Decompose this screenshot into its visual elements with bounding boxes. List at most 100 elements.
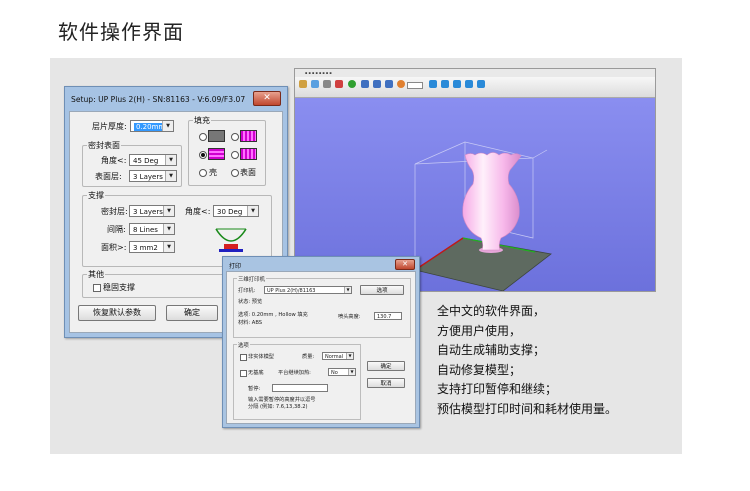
menu-item[interactable]: ▪ ▪ ▪ ▪ ▪ ▪ ▪ ▪ xyxy=(305,71,332,75)
feature-item: 自动修复模型； xyxy=(437,362,522,377)
chevron-down-icon: ▼ xyxy=(163,242,174,252)
support-spacing-select[interactable]: 8 Lines ▼ xyxy=(129,223,175,235)
feature-list: 全中文的软件界面， 方便用户使用， 自动生成辅助支撑； 自动修复模型； 支持打印… xyxy=(437,302,617,419)
axis-icon[interactable] xyxy=(465,80,473,88)
other-group-label: 其他 xyxy=(87,269,105,280)
print-options-group-label: 选项 xyxy=(237,341,250,349)
feature-item: 自动生成辅助支撑； xyxy=(437,343,546,357)
printer-label: 打印机: xyxy=(238,288,256,294)
open-icon[interactable] xyxy=(299,80,307,88)
fill-group-label: 填充 xyxy=(193,115,211,126)
fill-surface-label: 表面 xyxy=(240,168,256,177)
print-titlebar[interactable]: 打印 ✕ xyxy=(223,257,419,271)
support-area-label: 面积>: xyxy=(101,243,127,252)
print-cancel-button[interactable]: 取消 xyxy=(367,378,405,388)
restore-defaults-button[interactable]: 恢复默认参数 xyxy=(78,305,156,321)
no-raft-checkbox[interactable] xyxy=(240,370,247,377)
print-title: 打印 xyxy=(229,263,242,270)
pause-hint-line2: 分隔 (例如: 7.6,13,38.2) xyxy=(248,404,308,410)
fill-pattern-icon xyxy=(208,148,225,160)
pause-label: 暂停: xyxy=(248,386,261,392)
chevron-down-icon: ▼ xyxy=(247,206,258,216)
chevron-down-icon: ▼ xyxy=(165,171,176,181)
print-ok-button[interactable]: 确定 xyxy=(367,361,405,371)
setup-titlebar[interactable]: Setup: UP Plus 2(H) - SN:81163 - V:6.09/… xyxy=(65,87,287,111)
pause-heights-input[interactable] xyxy=(272,384,328,392)
chevron-down-icon: ▼ xyxy=(165,155,176,165)
printer-group-label: 三维打印机 xyxy=(237,275,266,283)
support-area-select[interactable]: 3 mm2 ▼ xyxy=(129,241,175,253)
printer-status: 状态: 预览 xyxy=(238,299,263,305)
page-heading: 软件操作界面 xyxy=(58,20,184,44)
support-seal-label: 密封层: xyxy=(101,207,128,216)
layer-thickness-select[interactable]: 0.20mm ▼ xyxy=(130,120,174,132)
quality-select[interactable]: Normal ▼ xyxy=(322,352,354,360)
feature-item: 预估模型打印时间和耗材使用量。 xyxy=(437,401,618,416)
non-solid-label: 非实体模型 xyxy=(248,354,274,360)
fill-option-radio[interactable] xyxy=(231,133,239,141)
fill-pattern-icon xyxy=(240,148,257,160)
seal-surface-group-label: 密封表面 xyxy=(87,140,121,151)
stable-support-checkbox[interactable] xyxy=(93,284,101,292)
platform-heat-label: 平台继续加热: xyxy=(278,370,311,376)
fill-option-radio[interactable] xyxy=(231,151,239,159)
print-dialog: 打印 ✕ 三维打印机 打印机: UP Plus 2(H)/81163 ▼ 选项 … xyxy=(222,256,420,428)
view-icon[interactable] xyxy=(361,80,369,88)
close-button[interactable]: ✕ xyxy=(253,91,281,106)
feature-item: 支持打印暂停和继续； xyxy=(437,382,558,396)
fill-shell-label: 壳 xyxy=(209,168,217,177)
support-group-label: 支撑 xyxy=(87,190,105,201)
chevron-down-icon: ▼ xyxy=(344,287,351,293)
chevron-down-icon: ▼ xyxy=(346,353,353,359)
chevron-down-icon: ▼ xyxy=(163,206,174,216)
viewport-toolbar xyxy=(295,77,655,98)
fill-option-radio[interactable] xyxy=(199,133,207,141)
seal-angle-label: 角度<: xyxy=(101,156,127,165)
pause-hint-line1: 输入需要暂停的高度并以逗号 xyxy=(248,397,316,403)
nozzle-height-label: 喷头高度: xyxy=(338,314,361,320)
seal-angle-select[interactable]: 45 Deg ▼ xyxy=(129,154,177,166)
printer-select[interactable]: UP Plus 2(H)/81163 ▼ xyxy=(264,286,352,294)
value-field[interactable] xyxy=(407,82,423,89)
view-top-icon[interactable] xyxy=(385,80,393,88)
axis-icon[interactable] xyxy=(453,80,461,88)
support-angle-select[interactable]: 30 Deg ▼ xyxy=(213,205,259,217)
support-seal-select[interactable]: 3 Layers ▼ xyxy=(129,205,175,217)
chevron-down-icon: ▼ xyxy=(348,369,355,375)
save-icon[interactable] xyxy=(311,80,319,88)
fill-group: 填充 壳 表面 xyxy=(188,115,266,186)
platform-heat-select[interactable]: No ▼ xyxy=(328,368,356,376)
fill-pattern-icon xyxy=(240,130,257,142)
print-options-summary: 选项: 0.20mm , Hollow 填充 xyxy=(238,312,308,318)
print-client-area: 三维打印机 打印机: UP Plus 2(H)/81163 ▼ 选项 状态: 预… xyxy=(226,271,416,424)
stable-support-label: 稳固支撑 xyxy=(103,283,135,292)
support-angle-label: 角度<: xyxy=(185,207,211,216)
printer-group: 三维打印机 打印机: UP Plus 2(H)/81163 ▼ 选项 状态: 预… xyxy=(233,275,411,338)
initialize-icon[interactable] xyxy=(348,80,356,88)
axis-icon[interactable] xyxy=(477,80,485,88)
fill-shell-radio[interactable] xyxy=(199,169,207,177)
fill-option-radio[interactable] xyxy=(199,151,207,159)
surface-layer-select[interactable]: 3 Layers ▼ xyxy=(129,170,177,182)
print-options-group: 选项 非实体模型 质量: Normal ▼ 无基底 平台继续加热: No ▼ 暂… xyxy=(233,341,361,420)
surface-layer-label: 表面层: xyxy=(95,172,122,181)
setup-title: Setup: UP Plus 2(H) - SN:81163 - V:6.09/… xyxy=(71,95,246,104)
setup-ok-button[interactable]: 确定 xyxy=(166,305,218,321)
print-icon[interactable] xyxy=(335,80,343,88)
rotate-icon[interactable] xyxy=(397,80,405,88)
fill-surface-radio[interactable] xyxy=(231,169,239,177)
printer-options-button[interactable]: 选项 xyxy=(360,285,404,295)
non-solid-checkbox[interactable] xyxy=(240,354,247,361)
no-raft-label: 无基底 xyxy=(248,370,264,376)
close-button[interactable]: ✕ xyxy=(395,259,415,270)
feature-item: 全中文的软件界面， xyxy=(437,304,546,318)
nozzle-height-input[interactable]: 130.7 xyxy=(374,312,402,320)
feature-item: 方便用户使用， xyxy=(437,323,522,338)
axis-icon[interactable] xyxy=(441,80,449,88)
axis-icon[interactable] xyxy=(429,80,437,88)
support-diagram-icon xyxy=(215,228,247,252)
layer-thickness-label: 层片厚度: xyxy=(92,122,127,131)
view-front-icon[interactable] xyxy=(373,80,381,88)
print-material: 材料: ABS xyxy=(238,320,263,326)
setup-icon[interactable] xyxy=(323,80,331,88)
